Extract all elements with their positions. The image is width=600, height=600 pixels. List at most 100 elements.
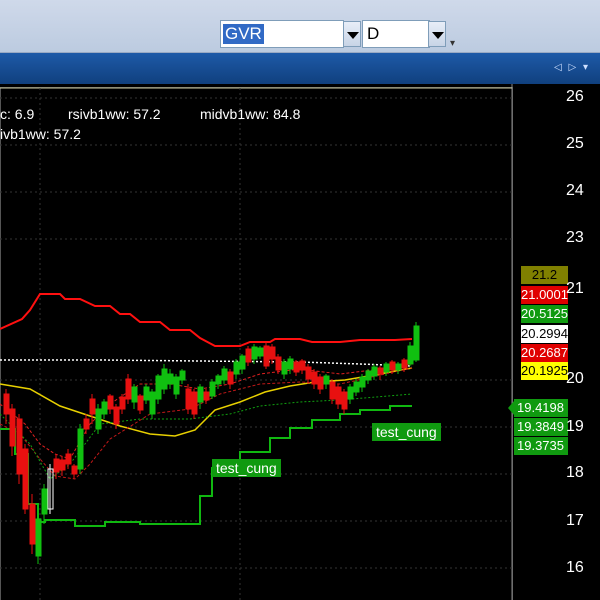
candle-body bbox=[233, 361, 240, 375]
upper-band-line bbox=[0, 293, 413, 347]
indicator-c-value: c: 6.9 bbox=[0, 106, 35, 122]
candle-body bbox=[395, 363, 402, 371]
annotation-test-cung-2: test_cung bbox=[212, 459, 281, 477]
candle-body bbox=[263, 345, 270, 367]
candle-body bbox=[119, 396, 126, 410]
candle-body bbox=[305, 366, 312, 380]
candle-body bbox=[413, 325, 420, 361]
symbol-dropdown-button[interactable] bbox=[343, 21, 361, 47]
candle-body bbox=[167, 373, 174, 385]
chart-canvas bbox=[0, 84, 513, 600]
price-label: 21.0001 bbox=[521, 286, 568, 304]
price-label: 20.1925 bbox=[521, 362, 568, 380]
candle-body bbox=[251, 346, 258, 360]
mid-dotted-line bbox=[0, 359, 413, 367]
annotation-test-cung-1: test_cung bbox=[372, 423, 441, 441]
y-tick-label: 25 bbox=[566, 135, 584, 152]
candle-body bbox=[191, 391, 198, 415]
candle-body bbox=[359, 376, 366, 388]
grid-lines bbox=[0, 88, 512, 600]
candle-body bbox=[239, 355, 246, 370]
indicator-mid-value: midvb1ww: 84.8 bbox=[200, 106, 301, 122]
candle-body bbox=[221, 368, 228, 381]
candle-body bbox=[323, 375, 330, 385]
candle-body bbox=[275, 356, 282, 371]
candle-body bbox=[209, 381, 216, 397]
symbol-combobox[interactable]: GVR bbox=[220, 20, 344, 48]
candle-body bbox=[113, 406, 120, 425]
candle-body bbox=[185, 388, 192, 410]
candle-body bbox=[287, 358, 294, 370]
symbol-input[interactable]: GVR bbox=[223, 24, 264, 44]
candle-body bbox=[353, 381, 360, 393]
price-label: 20.5125 bbox=[521, 305, 568, 323]
candle-body bbox=[155, 375, 162, 400]
candle-body bbox=[143, 386, 150, 401]
indicator-rsi-value: rsivb1ww: 57.2 bbox=[68, 106, 161, 122]
candle-body bbox=[299, 360, 306, 371]
candle-body bbox=[401, 359, 408, 369]
callout-price-label: 19.4198 bbox=[514, 399, 568, 417]
y-tick-label: 24 bbox=[566, 182, 584, 199]
price-chart[interactable]: c: 6.9 rsivb1ww: 57.2 midvb1ww: 84.8 ivb… bbox=[0, 84, 600, 600]
indicator-ivb-value: ivb1ww: 57.2 bbox=[0, 126, 81, 142]
candle-body bbox=[203, 391, 210, 401]
candle-body bbox=[293, 361, 300, 373]
candle-body bbox=[317, 376, 324, 390]
price-label: 21.2 bbox=[521, 266, 568, 284]
red-dashed-line-1 bbox=[0, 363, 413, 460]
period-select[interactable]: D bbox=[362, 20, 430, 48]
y-tick-label: 17 bbox=[566, 512, 584, 529]
candle-body bbox=[407, 345, 414, 365]
candle-body bbox=[131, 386, 138, 403]
candle-body bbox=[149, 391, 156, 415]
candle-body bbox=[22, 448, 29, 510]
toolbar: GVR D ▾ bbox=[0, 0, 600, 53]
candle-body bbox=[125, 378, 132, 400]
candle-body bbox=[16, 418, 23, 475]
candle-body bbox=[95, 408, 102, 430]
candle-body bbox=[215, 375, 222, 385]
candle-body bbox=[269, 346, 276, 360]
y-tick-label: 21 bbox=[566, 280, 584, 297]
candle-body bbox=[281, 361, 288, 375]
toolbar-grip-icon[interactable]: ▾ bbox=[450, 38, 455, 49]
candle-body bbox=[347, 386, 354, 400]
candle-body bbox=[173, 376, 180, 395]
candle-body bbox=[35, 518, 42, 557]
candle-body bbox=[311, 371, 318, 385]
candle-body bbox=[179, 370, 186, 381]
candle-body bbox=[71, 465, 78, 475]
tab-scroll-arrows-icon[interactable]: ◁ ▷ ▾ bbox=[554, 62, 590, 73]
y-tick-label: 23 bbox=[566, 229, 584, 246]
candle-body bbox=[89, 398, 96, 415]
candle-body bbox=[65, 453, 72, 465]
candle-body bbox=[245, 348, 252, 363]
candle-body bbox=[9, 408, 16, 447]
callout-price-label: 19.3735 bbox=[514, 437, 568, 455]
candle-body bbox=[329, 381, 336, 400]
price-label: 20.2994 bbox=[521, 325, 568, 343]
candle-body bbox=[365, 370, 372, 381]
y-tick-label: 16 bbox=[566, 559, 584, 576]
candle-body bbox=[341, 391, 348, 410]
candle-body bbox=[197, 386, 204, 403]
price-label: 20.2687 bbox=[521, 344, 568, 362]
y-tick-label: 19 bbox=[566, 418, 584, 435]
callout-price-label: 19.3849 bbox=[514, 418, 568, 436]
y-tick-label: 20 bbox=[566, 370, 584, 387]
candle-body bbox=[227, 371, 234, 385]
y-tick-label: 26 bbox=[566, 88, 584, 105]
candle-body bbox=[53, 458, 60, 473]
candle-body bbox=[389, 361, 396, 371]
candle-body bbox=[161, 368, 168, 390]
candle-body bbox=[29, 503, 36, 545]
candle-body bbox=[83, 418, 90, 430]
candle-body bbox=[3, 393, 10, 415]
candle-body bbox=[257, 347, 264, 357]
candle-body bbox=[41, 488, 48, 515]
candle-body bbox=[335, 386, 342, 405]
plot-frame bbox=[0, 87, 513, 600]
period-dropdown-button[interactable] bbox=[428, 21, 446, 47]
candle-body bbox=[77, 428, 84, 470]
